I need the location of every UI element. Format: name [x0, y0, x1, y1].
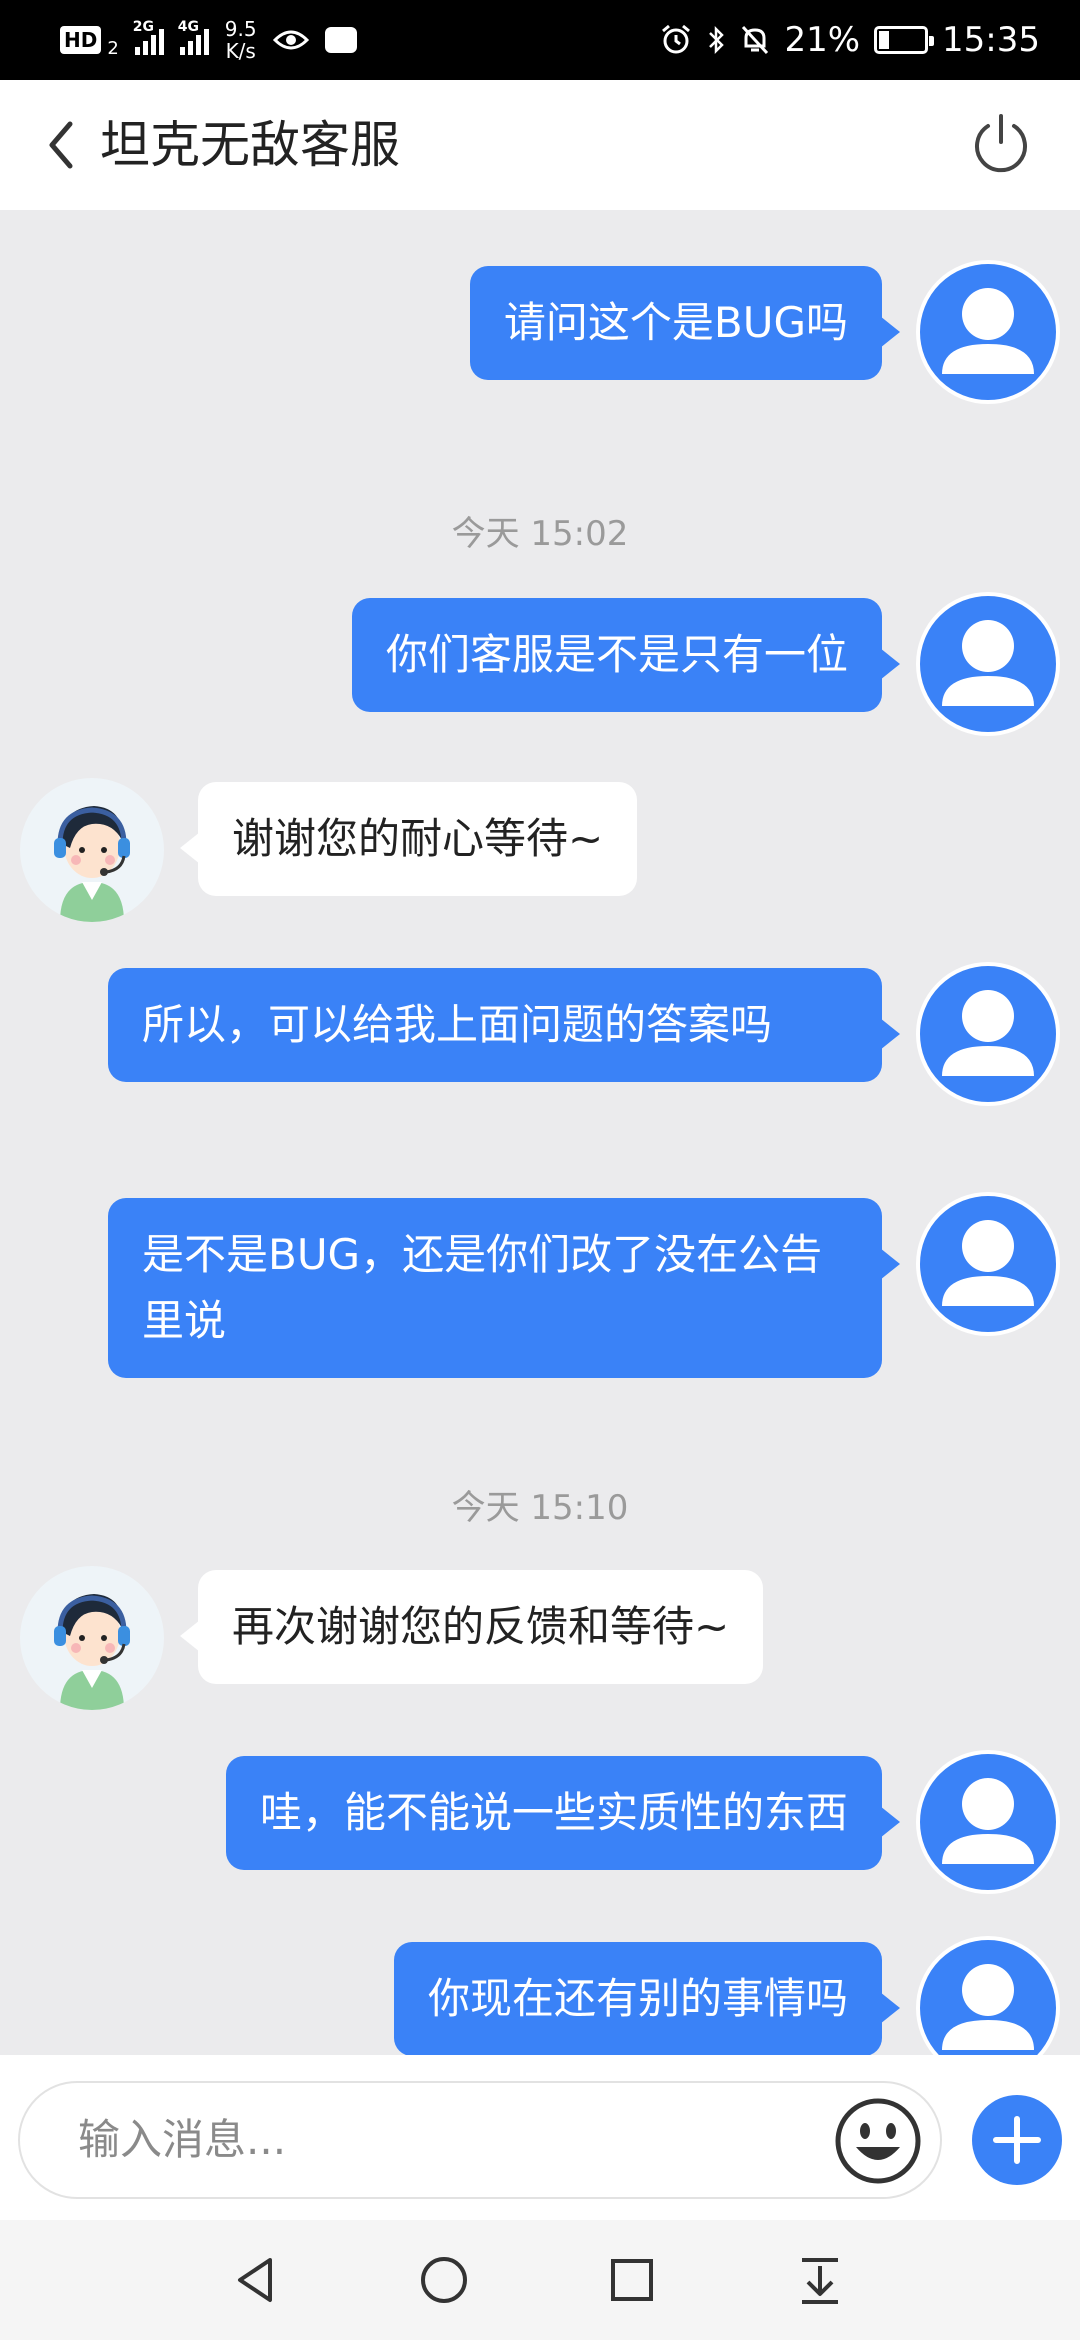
status-left: HD 2 2G 4G 9.5 K/s — [60, 0, 357, 80]
page-title: 坦克无敌客服 — [100, 116, 400, 174]
net-speed: 9.5 K/s — [225, 18, 257, 62]
message-bubble-sent[interactable]: 哇，能不能说一些实质性的东西 — [225, 1756, 901, 1870]
battery-fill — [879, 31, 890, 49]
avatar[interactable] — [916, 260, 1060, 404]
signal-icon: 4G — [178, 19, 209, 55]
notification-pull-icon[interactable] — [790, 2250, 850, 2310]
avatar[interactable] — [916, 1936, 1060, 2055]
message-bubble-received[interactable]: 再次谢谢您的反馈和等待~ — [179, 1570, 764, 1684]
user-avatar-icon — [942, 990, 1034, 1076]
net-speed-unit: K/s — [225, 39, 256, 63]
recents-square-icon[interactable] — [602, 2250, 662, 2310]
message-bubble-sent[interactable]: 所以，可以给我上面问题的答案吗 — [108, 968, 900, 1082]
message-input-placeholder[interactable]: 输入消息... — [78, 2083, 286, 2197]
chat-area[interactable]: 请问这个是BUG吗 今天 15:02 你们客服是不是只有一位 谢谢您的耐心等待~… — [0, 210, 1080, 2055]
user-avatar-icon — [942, 1964, 1034, 2050]
avatar[interactable] — [916, 962, 1060, 1106]
message-bubble-received[interactable]: 谢谢您的耐心等待~ — [179, 782, 638, 896]
message-bubble-sent[interactable]: 请问这个是BUG吗 — [469, 266, 901, 380]
plus-icon — [993, 2116, 1041, 2164]
system-nav-bar — [0, 2220, 1080, 2340]
mute-icon — [742, 25, 769, 55]
chevron-left-icon[interactable] — [40, 110, 84, 180]
add-button[interactable] — [972, 2095, 1062, 2185]
status-right: 21% 15:35 — [660, 0, 1040, 80]
hd-icon: HD — [60, 26, 102, 54]
message-input[interactable]: 输入消息... — [18, 2081, 942, 2199]
avatar[interactable] — [916, 1192, 1060, 1336]
net-speed-value: 9.5 — [224, 17, 257, 41]
input-bar: 输入消息... — [0, 2055, 1080, 2220]
timestamp: 今天 15:02 — [451, 514, 629, 554]
avatar[interactable] — [916, 1750, 1060, 1894]
chat-header: 坦克无敌客服 — [0, 80, 1080, 210]
smiley-icon[interactable] — [834, 2097, 922, 2185]
support-agent-avatar-icon — [54, 1594, 130, 1710]
eye-icon — [272, 30, 309, 50]
battery-icon — [874, 26, 935, 54]
user-avatar-icon — [942, 1220, 1034, 1306]
message-bubble-sent[interactable]: 是不是BUG，还是你们改了没在公告里说 — [108, 1198, 900, 1378]
signal-tag: 4G — [177, 19, 200, 35]
back-triangle-icon[interactable] — [226, 2250, 286, 2310]
power-icon[interactable] — [968, 110, 1034, 176]
home-circle-icon[interactable] — [414, 2250, 474, 2310]
user-avatar-icon — [942, 288, 1034, 374]
user-avatar-icon — [942, 620, 1034, 706]
signal-icon: 2G — [133, 19, 164, 55]
agent-avatar[interactable] — [20, 778, 164, 922]
signal-tag: 2G — [132, 19, 155, 35]
message-bubble-sent[interactable]: 你现在还有别的事情吗 — [393, 1942, 901, 2055]
avatar[interactable] — [916, 592, 1060, 736]
alarm-icon — [662, 24, 691, 54]
support-agent-avatar-icon — [54, 806, 130, 922]
status-bar: HD 2 2G 4G 9.5 K/s 21% 15:35 — [0, 0, 1080, 80]
hd-sub-label: 2 — [107, 37, 119, 59]
app-icon — [324, 27, 357, 53]
clock: 15:35 — [942, 20, 1040, 60]
user-avatar-icon — [942, 1778, 1034, 1864]
battery-percent: 21% — [784, 20, 861, 60]
timestamp: 今天 15:10 — [451, 1488, 629, 1528]
message-bubble-sent[interactable]: 你们客服是不是只有一位 — [351, 598, 901, 712]
agent-avatar[interactable] — [20, 1566, 164, 1710]
bluetooth-icon — [709, 25, 725, 55]
